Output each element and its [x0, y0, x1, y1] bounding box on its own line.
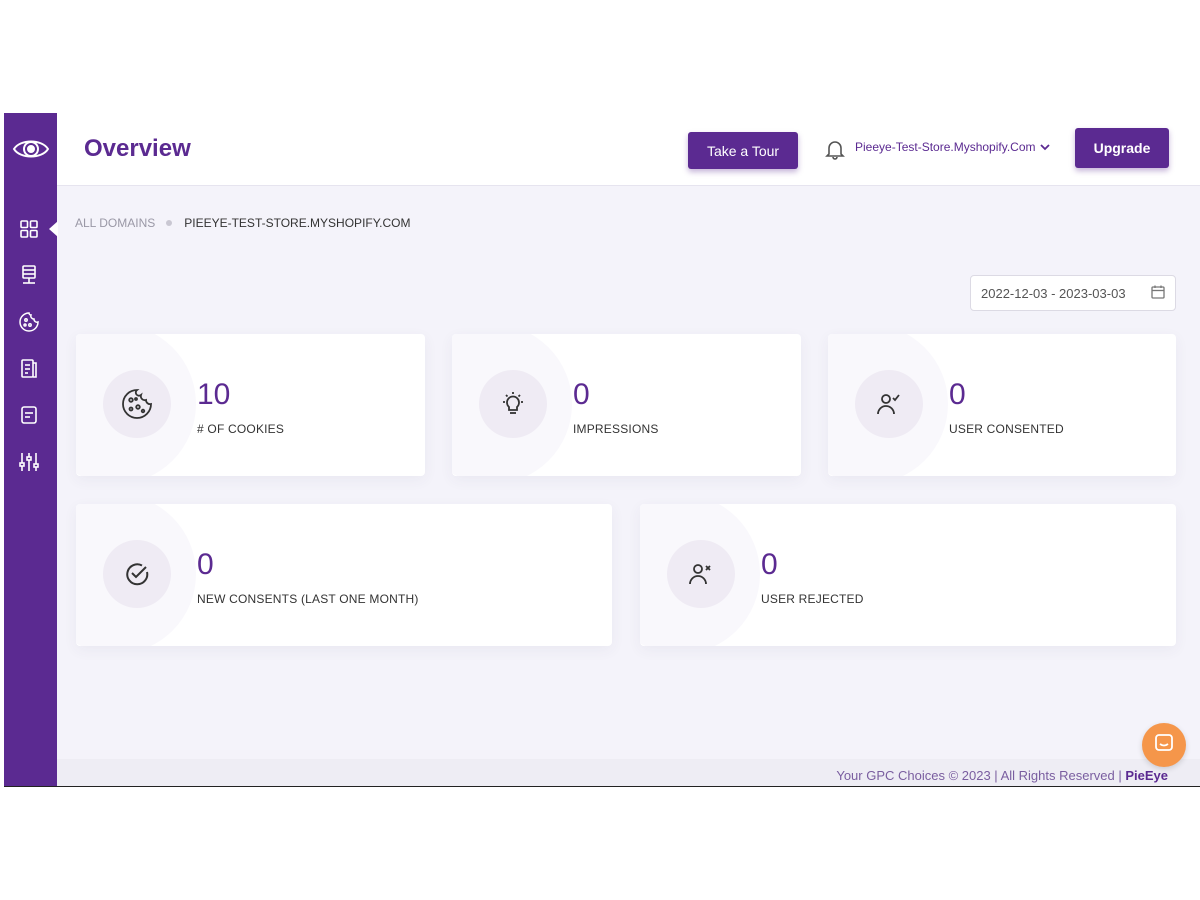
store-name: Pieeye-Test-Store.Myshopify.Com: [855, 140, 1036, 154]
copyright-text: Your GPC Choices © 2023 | All Rights Res…: [836, 768, 1126, 783]
store-selector[interactable]: Pieeye-Test-Store.Myshopify.Com: [855, 140, 1050, 154]
stat-value: 10: [197, 378, 231, 411]
lightbulb-icon: [479, 370, 547, 438]
upgrade-button[interactable]: Upgrade: [1075, 128, 1169, 168]
active-indicator: [49, 221, 58, 237]
stat-value: 0: [197, 548, 214, 581]
date-range-picker[interactable]: 2022-12-03 - 2023-03-03: [970, 275, 1176, 311]
bell-icon[interactable]: [825, 138, 845, 160]
cookie-icon: [103, 370, 171, 438]
server-icon[interactable]: [17, 263, 41, 287]
stat-card-impressions: 0 IMPRESSIONS: [452, 334, 801, 476]
footer-text: Your GPC Choices © 2023 | All Rights Res…: [836, 768, 1168, 783]
calendar-icon: [1151, 285, 1165, 302]
stat-value: 0: [573, 378, 590, 411]
chat-launcher-button[interactable]: [1142, 723, 1186, 767]
take-a-tour-button[interactable]: Take a Tour: [688, 132, 798, 169]
stat-value: 0: [761, 548, 778, 581]
stat-label: USER CONSENTED: [949, 422, 1064, 436]
eye-logo-icon[interactable]: [11, 131, 51, 167]
stat-label: IMPRESSIONS: [573, 422, 659, 436]
breadcrumb: ALL DOMAINS PIEEYE-TEST-STORE.MYSHOPIFY.…: [75, 216, 411, 230]
date-range-value: 2022-12-03 - 2023-03-03: [981, 285, 1126, 301]
note-icon[interactable]: [17, 403, 41, 427]
sliders-icon[interactable]: [17, 450, 41, 474]
breadcrumb-current: PIEEYE-TEST-STORE.MYSHOPIFY.COM: [184, 216, 411, 230]
cookie-icon[interactable]: [17, 310, 41, 334]
stat-card-new-consents: 0 NEW CONSENTS (LAST ONE MONTH): [76, 504, 612, 646]
stat-card-cookies: 10 # OF COOKIES: [76, 334, 425, 476]
document-icon[interactable]: [17, 357, 41, 381]
user-x-icon: [667, 540, 735, 608]
footer-brand[interactable]: PieEye: [1125, 768, 1168, 783]
stat-label: # OF COOKIES: [197, 422, 285, 436]
stat-card-user-rejected: 0 USER REJECTED: [640, 504, 1176, 646]
sidebar: [4, 113, 58, 786]
app-frame: Overview Take a Tour Pieeye-Test-Store.M…: [4, 113, 1200, 787]
stat-card-user-consented: 0 USER CONSENTED: [828, 334, 1176, 476]
chevron-down-icon: [1039, 140, 1050, 154]
breadcrumb-all-domains[interactable]: ALL DOMAINS: [75, 216, 155, 230]
check-circle-icon: [103, 540, 171, 608]
footer: Your GPC Choices © 2023 | All Rights Res…: [57, 759, 1200, 786]
breadcrumb-separator: [166, 220, 173, 226]
chat-icon: [1153, 732, 1175, 759]
stat-label: USER REJECTED: [761, 592, 864, 606]
page-title: Overview: [84, 135, 191, 162]
stat-value: 0: [949, 378, 966, 411]
grid-icon[interactable]: [17, 217, 41, 241]
user-check-icon: [855, 370, 923, 438]
top-bar: Overview Take a Tour Pieeye-Test-Store.M…: [57, 113, 1200, 186]
stat-label: NEW CONSENTS (LAST ONE MONTH): [197, 592, 419, 606]
